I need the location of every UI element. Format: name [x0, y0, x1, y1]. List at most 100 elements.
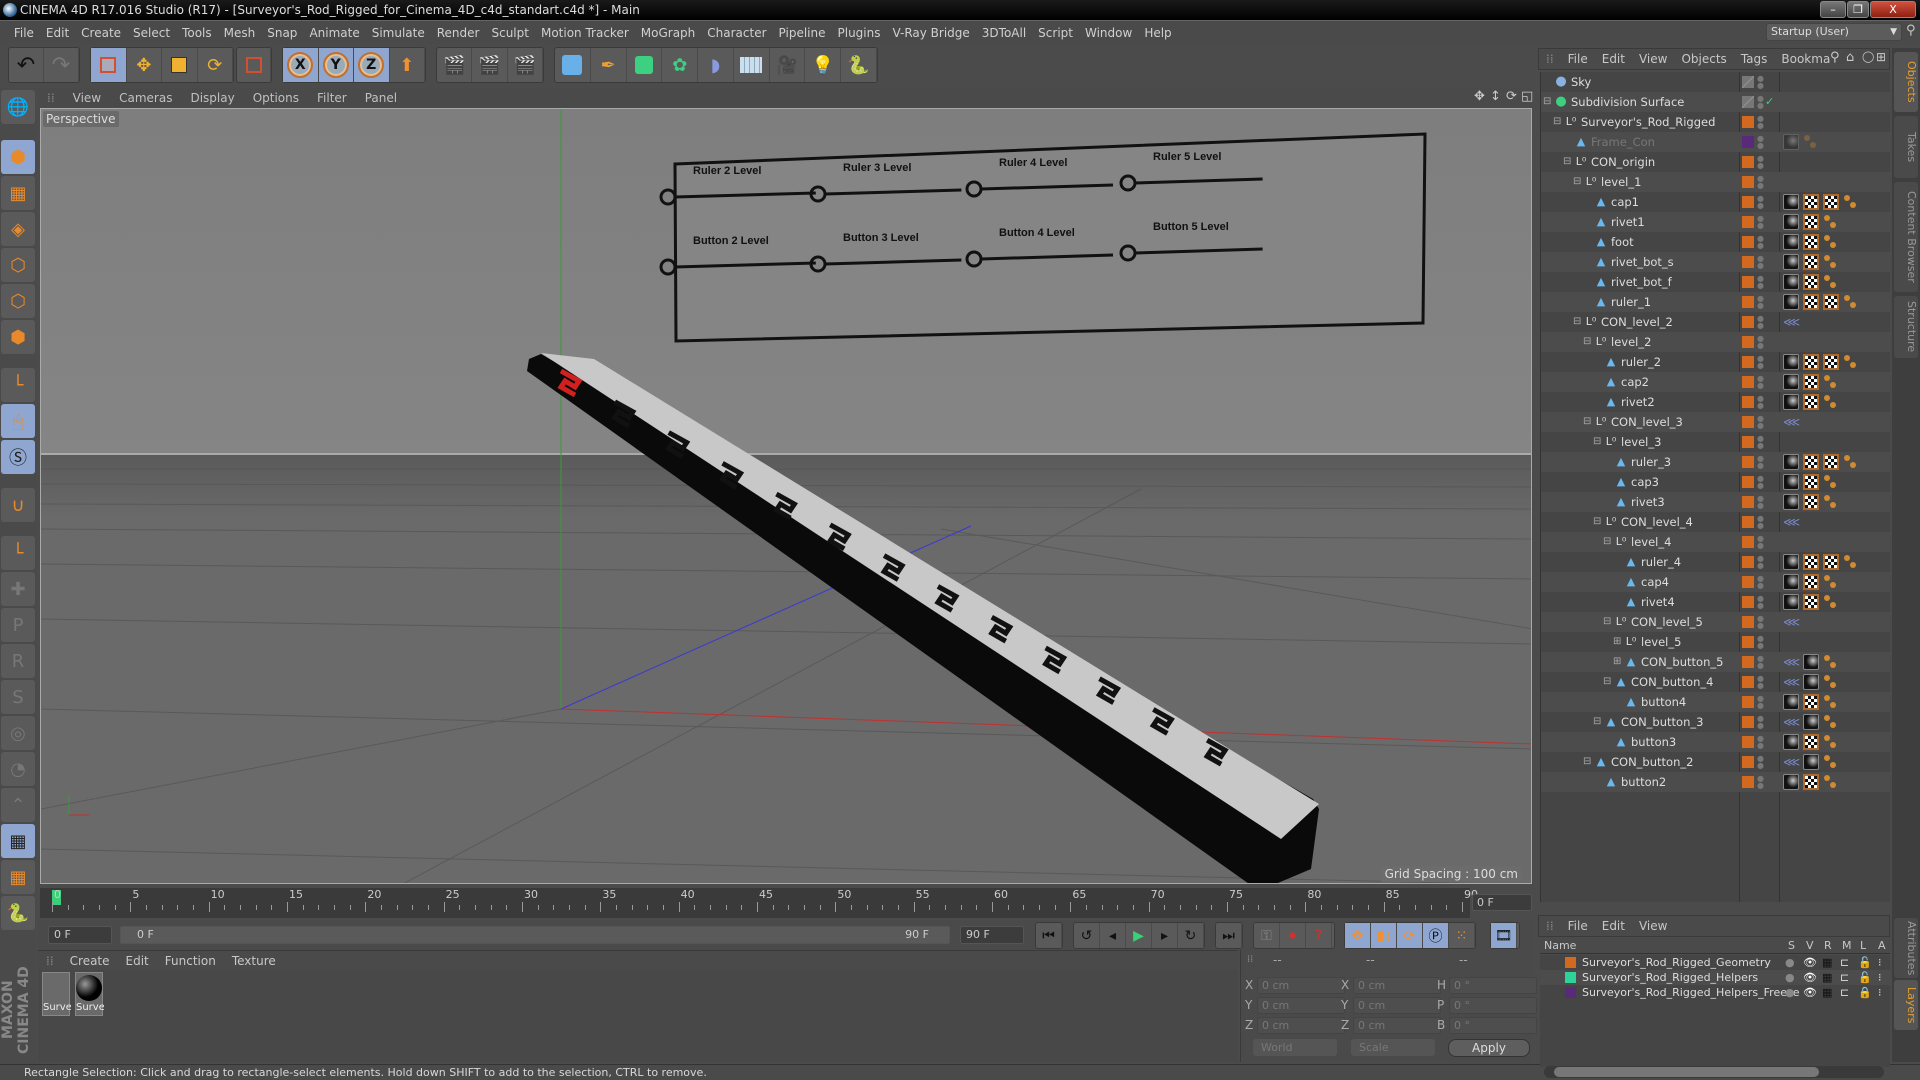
uvw-tag-icon[interactable]	[1823, 294, 1839, 310]
material-menu-edit[interactable]: Edit	[118, 951, 157, 971]
key-scale-toggle[interactable]: ◧	[1371, 923, 1397, 948]
tab-takes[interactable]: Takes	[1894, 116, 1918, 178]
selection-tag-icon[interactable]	[1823, 234, 1839, 250]
layer-color-swatch[interactable]	[1742, 576, 1754, 588]
uvw-tag-icon[interactable]	[1803, 594, 1819, 610]
key-pla-button[interactable]: ⌃	[1, 788, 35, 822]
visibility-dots-icon[interactable]: ● ●	[1757, 335, 1764, 350]
menu-tools[interactable]: Tools	[176, 21, 218, 45]
menu-simulate[interactable]: Simulate	[366, 21, 431, 45]
object-name[interactable]: rivet1	[1611, 212, 1645, 232]
render-clapper-icon[interactable]: ▦	[1822, 970, 1832, 985]
selection-tag-icon[interactable]	[1823, 714, 1839, 730]
search-icon[interactable]: ⚲	[1830, 50, 1840, 65]
uvw-tag-icon[interactable]	[1823, 554, 1839, 570]
layer-color-swatch[interactable]	[1742, 756, 1754, 768]
timeline-ruler[interactable]: 0 5 10 15 20 25 30 35 40 45 50 55 60 65 70 75 80 85 90	[40, 888, 1478, 918]
transform-mode-dropdown[interactable]: Scale	[1351, 1039, 1435, 1056]
object-row[interactable]: ▲ rivet_bot_s ● ●	[1541, 252, 1890, 272]
python-script-button[interactable]: 🐍	[1, 896, 35, 930]
coord-field-b-2[interactable]: 0 cm	[1353, 1017, 1441, 1034]
enabled-check-icon[interactable]: ✓	[1765, 92, 1774, 112]
render-clapper-icon[interactable]: ▦	[1822, 985, 1832, 1000]
viewport-menu-display[interactable]: Display	[181, 88, 243, 108]
viewport-menu-panel[interactable]: Panel	[356, 88, 406, 108]
layer-color-swatch[interactable]	[1742, 536, 1754, 548]
object-name[interactable]: CON_button_4	[1631, 672, 1713, 692]
cloner-button[interactable]: ✿	[662, 48, 699, 82]
object-name[interactable]: level_3	[1621, 432, 1661, 452]
uvw-tag-icon[interactable]	[1803, 734, 1819, 750]
menu-sculpt[interactable]: Sculpt	[485, 21, 534, 45]
material-tag-icon[interactable]	[1803, 654, 1819, 670]
coord-field-b-1[interactable]: 0 cm	[1353, 997, 1441, 1014]
coord-field-c-2[interactable]: 0 °	[1449, 1017, 1537, 1034]
object-row[interactable]: ▲ rivet_bot_f ● ●	[1541, 272, 1890, 292]
material-menu-create[interactable]: Create	[62, 951, 118, 971]
layer-color-swatch[interactable]	[1742, 216, 1754, 228]
selection-tag-icon[interactable]	[1823, 694, 1839, 710]
menu-snap[interactable]: Snap	[261, 21, 303, 45]
object-row[interactable]: ⊟ L⁰ CON_level_4 ● ● ⋘	[1541, 512, 1890, 532]
visibility-dots-icon[interactable]: ● ●	[1757, 195, 1764, 210]
menu-window[interactable]: Window	[1079, 21, 1138, 45]
material-tag-icon[interactable]	[1783, 394, 1799, 410]
object-name[interactable]: ruler_1	[1611, 292, 1651, 312]
visibility-dots-icon[interactable]: ● ●	[1757, 75, 1764, 90]
constraint-tag-icon[interactable]: ⋘	[1783, 614, 1800, 630]
layer-column-m[interactable]: M	[1842, 939, 1852, 952]
selection-tag-icon[interactable]	[1843, 194, 1859, 210]
object-name[interactable]: Surveyor's_Rod_Rigged	[1581, 112, 1715, 132]
lock-open-icon[interactable]: 🔓	[1858, 970, 1872, 985]
menu-mesh[interactable]: Mesh	[218, 21, 262, 45]
layer-menu-edit[interactable]: Edit	[1595, 916, 1632, 936]
visibility-dots-icon[interactable]: ● ●	[1757, 455, 1764, 470]
polygons-mode-button[interactable]: ⬢	[1, 320, 35, 354]
expand-icon[interactable]: ⊞	[1613, 652, 1621, 672]
manager-icon[interactable]: ⊏	[1840, 970, 1849, 985]
object-name[interactable]: Frame_Con	[1591, 132, 1655, 152]
visibility-dots-icon[interactable]: ● ●	[1757, 395, 1764, 410]
material-tag-icon[interactable]	[1783, 234, 1799, 250]
object-name[interactable]: ruler_2	[1621, 352, 1661, 372]
layer-color-swatch[interactable]	[1742, 236, 1754, 248]
object-row[interactable]: ⊟ L⁰ CON_origin ● ●	[1541, 152, 1890, 172]
material-tag-icon[interactable]	[1783, 194, 1799, 210]
object-name[interactable]: button2	[1621, 772, 1666, 792]
visibility-dots-icon[interactable]: ● ●	[1757, 735, 1764, 750]
material-tag-icon[interactable]	[1783, 474, 1799, 490]
uvw-tag-icon[interactable]	[1803, 374, 1819, 390]
maximize-view-icon[interactable]: ◱	[1521, 89, 1533, 104]
object-name[interactable]: CON_level_2	[1601, 312, 1673, 332]
layer-color-swatch[interactable]	[1742, 256, 1754, 268]
uvw-tag-icon[interactable]	[1823, 454, 1839, 470]
goto-start-button[interactable]: ⏮	[1036, 923, 1062, 948]
visible-eye-icon[interactable]: 👁	[1803, 955, 1817, 970]
object-name[interactable]: rivet2	[1621, 392, 1655, 412]
material-tag-icon[interactable]	[1803, 674, 1819, 690]
object-row[interactable]: ▲ rivet1 ● ●	[1541, 212, 1890, 232]
3d-viewport[interactable]: Ruler 2 Level Ruler 3 Level Ruler 4 Level R…	[40, 108, 1532, 884]
menu-v-ray-bridge[interactable]: V-Ray Bridge	[886, 21, 975, 45]
object-row[interactable]: ▲ ruler_1 ● ●	[1541, 292, 1890, 312]
layer-column-a[interactable]: A	[1878, 939, 1886, 952]
layer-color-swatch[interactable]	[1742, 436, 1754, 448]
uvw-tag-icon[interactable]	[1803, 474, 1819, 490]
layer-color-swatch[interactable]	[1742, 356, 1754, 368]
layer-color-swatch[interactable]	[1565, 987, 1576, 998]
layer-horizontal-scrollbar[interactable]	[1544, 1066, 1884, 1078]
object-name[interactable]: button3	[1631, 732, 1676, 752]
layer-color-swatch[interactable]	[1742, 156, 1754, 168]
collapse-icon[interactable]: ⊟	[1593, 712, 1601, 732]
key-param-button[interactable]: ◔	[1, 752, 35, 786]
next-key-button[interactable]: ↻	[1178, 923, 1204, 948]
layer-column-l[interactable]: L	[1860, 939, 1866, 952]
visible-eye-icon[interactable]: 👁	[1803, 970, 1817, 985]
visibility-dots-icon[interactable]: ● ●	[1757, 555, 1764, 570]
visibility-dots-icon[interactable]: ● ●	[1757, 435, 1764, 450]
material-swatch[interactable]: Surve	[75, 972, 104, 1016]
object-row[interactable]: ⊟ L⁰ CON_level_2 ● ● ⋘	[1541, 312, 1890, 332]
axis-mode-button[interactable]: └	[1, 368, 35, 402]
layer-color-swatch[interactable]	[1565, 972, 1576, 983]
layer-color-swatch[interactable]	[1742, 636, 1754, 648]
